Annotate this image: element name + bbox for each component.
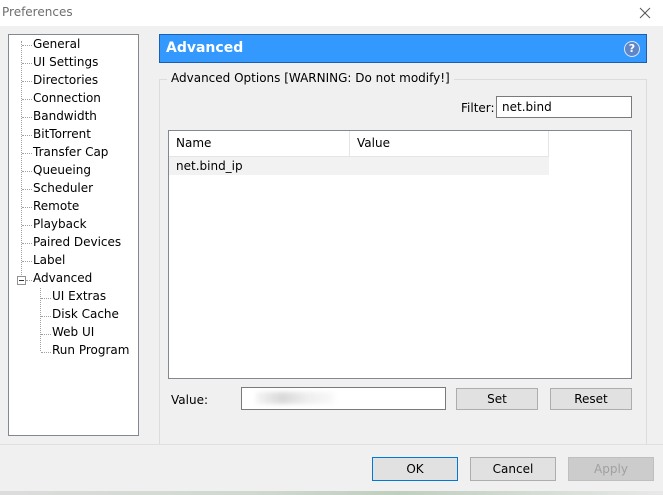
cancel-button[interactable]: Cancel <box>470 457 556 481</box>
tree-connector <box>22 81 32 83</box>
tree-connector <box>22 63 32 65</box>
tree-connector <box>22 171 32 173</box>
tree-item-transfer-cap[interactable]: Transfer Cap <box>33 144 108 161</box>
category-tree[interactable]: General UI Settings Directories Connecti… <box>8 34 139 436</box>
tree-connector <box>41 298 51 300</box>
tree-item-directories[interactable]: Directories <box>33 72 98 89</box>
tree-item-paired-devices[interactable]: Paired Devices <box>33 234 121 251</box>
tree-item-connection[interactable]: Connection <box>33 90 101 107</box>
window-title: Preferences <box>2 5 73 19</box>
tree-connector <box>22 261 32 263</box>
tree-connector <box>22 207 32 209</box>
section-title: Advanced <box>166 40 244 56</box>
list-header: Name Value <box>169 131 549 157</box>
close-icon <box>639 7 651 19</box>
title-bar: Preferences <box>0 0 663 26</box>
ok-button[interactable]: OK <box>372 457 458 481</box>
tree-connector <box>22 117 32 119</box>
tree-item-playback[interactable]: Playback <box>33 216 87 233</box>
tree-item-bittorrent[interactable]: BitTorrent <box>33 126 91 143</box>
column-header-value[interactable]: Value <box>350 131 549 156</box>
tree-connector <box>22 189 32 191</box>
set-button[interactable]: Set <box>456 388 538 410</box>
section-header: Advanced ? <box>159 34 647 63</box>
filter-label: Filter: <box>461 101 495 115</box>
redacted-value <box>256 392 334 404</box>
tree-item-bandwidth[interactable]: Bandwidth <box>33 108 97 125</box>
value-label: Value: <box>171 393 208 407</box>
tree-connector <box>41 334 51 336</box>
table-row[interactable]: net.bind_ip <box>169 157 549 175</box>
tree-item-queueing[interactable]: Queueing <box>33 162 91 179</box>
collapse-icon[interactable] <box>17 276 26 285</box>
options-list[interactable]: Name Value net.bind_ip <box>168 130 632 379</box>
tree-connector <box>22 243 32 245</box>
reset-button[interactable]: Reset <box>550 388 632 410</box>
tree-connector <box>41 316 51 318</box>
row-name-cell: net.bind_ip <box>176 159 243 173</box>
dialog-footer <box>0 444 663 495</box>
tree-item-disk-cache[interactable]: Disk Cache <box>52 306 119 323</box>
tree-item-ui-settings[interactable]: UI Settings <box>33 54 98 71</box>
group-title: Advanced Options [WARNING: Do not modify… <box>167 71 454 85</box>
tree-item-general[interactable]: General <box>33 36 80 53</box>
tree-item-advanced[interactable]: Advanced <box>33 270 92 287</box>
tree-connector <box>22 135 32 137</box>
preferences-window: Preferences General UI Settings Director… <box>0 0 663 495</box>
tree-item-run-program[interactable]: Run Program <box>52 342 129 359</box>
help-icon[interactable]: ? <box>624 41 640 57</box>
tree-connector <box>22 99 32 101</box>
apply-button[interactable]: Apply <box>568 457 654 481</box>
filter-input[interactable] <box>496 96 632 118</box>
tree-connector <box>22 225 32 227</box>
tree-item-label[interactable]: Label <box>33 252 65 269</box>
taskbar-edge <box>0 491 663 495</box>
close-button[interactable] <box>635 3 655 23</box>
tree-item-remote[interactable]: Remote <box>33 198 79 215</box>
tree-connector <box>22 153 32 155</box>
tree-item-ui-extras[interactable]: UI Extras <box>52 288 106 305</box>
tree-connector-line <box>21 41 23 281</box>
tree-connector <box>41 352 51 354</box>
tree-connector <box>22 45 32 47</box>
column-header-name[interactable]: Name <box>169 131 350 156</box>
tree-item-web-ui[interactable]: Web UI <box>52 324 94 341</box>
tree-connector <box>26 280 32 282</box>
tree-item-scheduler[interactable]: Scheduler <box>33 180 93 197</box>
